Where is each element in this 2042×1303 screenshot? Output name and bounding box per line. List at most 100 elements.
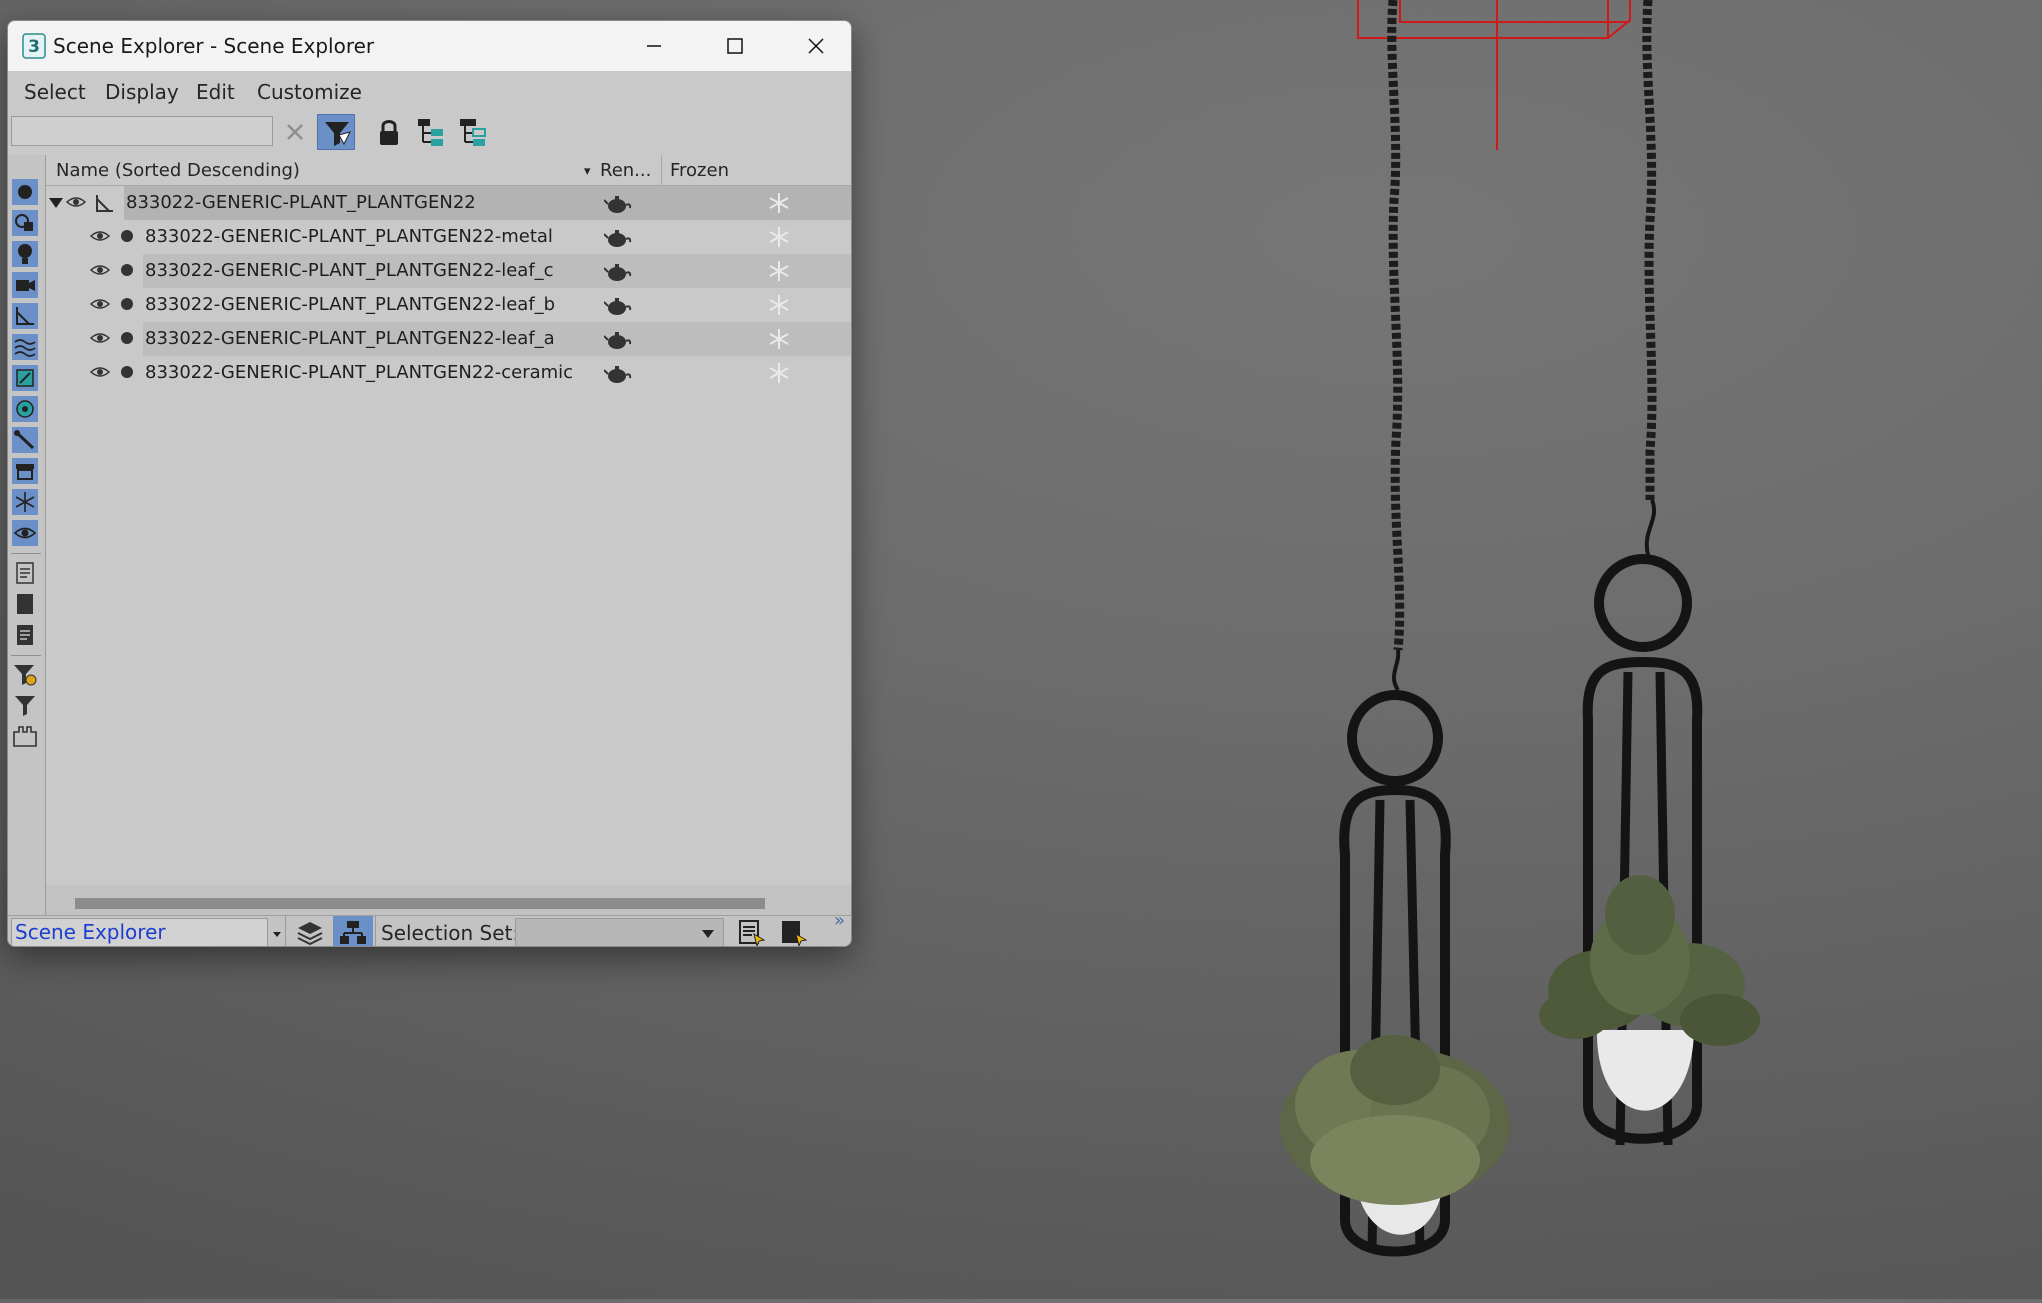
display-cameras-button[interactable] bbox=[12, 272, 38, 298]
layers-icon bbox=[297, 922, 323, 945]
display-groups-icon bbox=[12, 365, 38, 391]
scene-explorer-window[interactable]: 3 Scene Explorer - Scene Explorer Select… bbox=[7, 20, 852, 947]
display-lights-button[interactable] bbox=[12, 241, 38, 267]
tree-row[interactable]: 833022-GENERIC-PLANT_PLANTGEN22-leaf_b bbox=[46, 288, 851, 322]
minimize-button[interactable] bbox=[614, 21, 694, 71]
tree-row[interactable]: 833022-GENERIC-PLANT_PLANTGEN22-leaf_a bbox=[46, 322, 851, 356]
frozen-snowflake-icon[interactable] bbox=[768, 260, 790, 282]
display-helpers-button[interactable] bbox=[12, 303, 38, 329]
display-containers-icon bbox=[12, 458, 38, 484]
display-shapes-icon bbox=[12, 210, 38, 236]
menu-edit[interactable]: Edit bbox=[196, 80, 235, 104]
display-bones-icon bbox=[12, 427, 38, 453]
frozen-snowflake-icon[interactable] bbox=[768, 328, 790, 350]
renderable-teapot-icon[interactable] bbox=[604, 261, 632, 283]
renderable-teapot-icon[interactable] bbox=[604, 227, 632, 249]
invert-display-button[interactable] bbox=[12, 622, 38, 648]
visibility-eye-icon[interactable] bbox=[66, 195, 86, 209]
explorer-dropdown-arrow-icon[interactable] bbox=[272, 926, 282, 940]
select-dependents-button[interactable] bbox=[454, 114, 492, 150]
display-groups-button[interactable] bbox=[12, 365, 38, 391]
display-geometry-button[interactable] bbox=[12, 179, 38, 205]
more-options-chevron-icon[interactable]: » bbox=[834, 910, 845, 931]
display-xrefs-button[interactable] bbox=[12, 396, 38, 422]
row-name: 833022-GENERIC-PLANT_PLANTGEN22-ceramic bbox=[145, 362, 574, 383]
lock-cell-editing-button[interactable] bbox=[370, 114, 408, 150]
selection-set-dropdown[interactable] bbox=[515, 918, 724, 946]
visibility-eye-icon[interactable] bbox=[90, 365, 110, 379]
column-header-render[interactable]: Ren... bbox=[600, 160, 651, 181]
maximize-button[interactable] bbox=[695, 21, 775, 71]
select-children-button[interactable] bbox=[412, 114, 450, 150]
geometry-object-icon bbox=[121, 298, 133, 310]
frozen-snowflake-icon[interactable] bbox=[768, 362, 790, 384]
display-containers-button[interactable] bbox=[12, 458, 38, 484]
tree-row[interactable]: 833022-GENERIC-PLANT_PLANTGEN22-metal bbox=[46, 220, 851, 254]
container-button[interactable] bbox=[12, 723, 38, 749]
leafy-plant-foliage bbox=[1539, 875, 1760, 1046]
explorer-toolbar bbox=[8, 111, 851, 153]
display-spacewarps-button[interactable] bbox=[12, 334, 38, 360]
window-title: Scene Explorer - Scene Explorer bbox=[53, 34, 375, 58]
search-input[interactable] bbox=[11, 116, 273, 146]
display-frozen-button[interactable] bbox=[12, 489, 38, 515]
sort-indicator: ▾ bbox=[584, 164, 591, 179]
renderable-teapot-icon[interactable] bbox=[604, 329, 632, 351]
menu-select[interactable]: Select bbox=[24, 80, 86, 104]
clear-search-button[interactable] bbox=[276, 114, 314, 150]
column-header-name[interactable]: Name (Sorted Descending) bbox=[56, 160, 300, 181]
frozen-snowflake-icon[interactable] bbox=[768, 192, 790, 214]
display-cameras-icon bbox=[12, 272, 38, 298]
filter-icon bbox=[15, 696, 35, 716]
display-all-button[interactable] bbox=[12, 560, 38, 586]
display-none-button[interactable] bbox=[12, 591, 38, 617]
menu-display[interactable]: Display bbox=[105, 80, 179, 104]
menu-customize[interactable]: Customize bbox=[257, 80, 362, 104]
horizontal-scrollbar[interactable] bbox=[46, 885, 851, 915]
display-shapes-button[interactable] bbox=[12, 210, 38, 236]
sort-by-hierarchy-button[interactable] bbox=[333, 916, 373, 946]
display-lights-icon bbox=[12, 241, 38, 267]
visibility-eye-icon[interactable] bbox=[90, 229, 110, 243]
visibility-eye-icon[interactable] bbox=[90, 331, 110, 345]
sort-by-layer-button[interactable] bbox=[291, 916, 329, 946]
tree-row[interactable]: 833022-GENERIC-PLANT_PLANTGEN22-ceramic bbox=[46, 356, 851, 390]
selection-filter-toggle-button[interactable] bbox=[317, 114, 355, 150]
visibility-eye-icon[interactable] bbox=[90, 297, 110, 311]
invert-display-icon bbox=[17, 625, 33, 645]
create-selection-set-button[interactable] bbox=[775, 916, 811, 946]
display-spacewarps-icon bbox=[12, 334, 38, 360]
visibility-eye-icon[interactable] bbox=[90, 263, 110, 277]
tree-row[interactable]: 833022-GENERIC-PLANT_PLANTGEN22 bbox=[46, 186, 851, 220]
filter-settings-icon bbox=[14, 665, 37, 686]
renderable-teapot-icon[interactable] bbox=[604, 295, 632, 317]
hanging-planter-left bbox=[1280, 0, 1510, 1257]
display-hidden-icon bbox=[12, 520, 38, 546]
expand-arrow-icon[interactable] bbox=[48, 196, 64, 210]
row-name: 833022-GENERIC-PLANT_PLANTGEN22-leaf_a bbox=[145, 328, 555, 349]
tree-row[interactable]: 833022-GENERIC-PLANT_PLANTGEN22-leaf_c bbox=[46, 254, 851, 288]
renderable-teapot-icon[interactable] bbox=[604, 193, 632, 215]
filter-button[interactable] bbox=[12, 692, 38, 718]
display-hidden-button[interactable] bbox=[12, 520, 38, 546]
bottom-bar: Scene Explorer Selection Set: » bbox=[8, 910, 851, 946]
edit-selection-set-button[interactable] bbox=[733, 916, 769, 946]
frozen-snowflake-icon[interactable] bbox=[768, 294, 790, 316]
explorer-name-field[interactable]: Scene Explorer bbox=[11, 918, 268, 946]
display-bones-button[interactable] bbox=[12, 427, 38, 453]
close-button[interactable] bbox=[776, 21, 851, 71]
column-header-frozen[interactable]: Frozen bbox=[670, 160, 729, 181]
menu-bar: Select Display Edit Customize bbox=[8, 71, 851, 111]
row-name: 833022-GENERIC-PLANT_PLANTGEN22-leaf_b bbox=[145, 294, 556, 315]
toolbar-divider bbox=[11, 553, 41, 554]
lock-icon bbox=[380, 120, 398, 145]
app-logo-icon: 3 bbox=[22, 33, 46, 59]
frozen-snowflake-icon[interactable] bbox=[768, 226, 790, 248]
scrollbar-thumb[interactable] bbox=[75, 898, 765, 909]
display-xrefs-icon bbox=[12, 396, 38, 422]
renderable-teapot-icon[interactable] bbox=[604, 363, 632, 385]
scene-tree-grid[interactable]: Name (Sorted Descending) ▾ Ren... Frozen… bbox=[46, 155, 851, 885]
title-bar[interactable]: 3 Scene Explorer - Scene Explorer bbox=[8, 21, 851, 71]
hierarchy-children-icon bbox=[418, 119, 443, 146]
filter-settings-button[interactable] bbox=[12, 661, 38, 687]
